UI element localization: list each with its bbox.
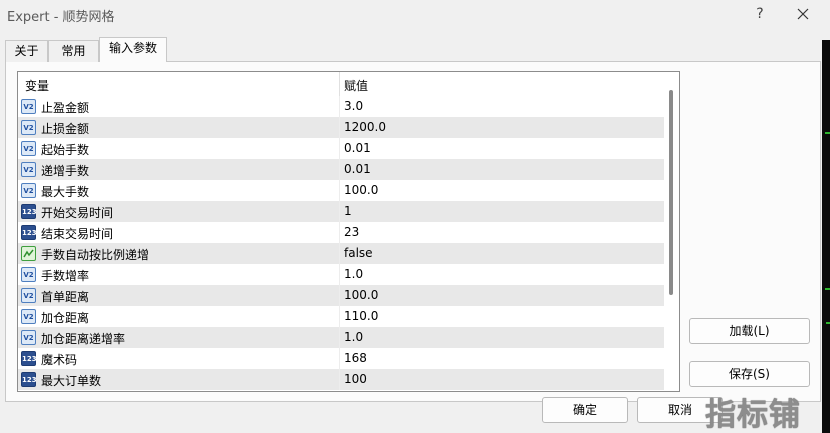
parameter-name: 手数自动按比例递增: [41, 248, 150, 262]
grid-rows: V2 止盈金额 3.0 V2 止损金额 1200.0 V2 起始手数 0.01 V2 递增手数 0.0…: [18, 96, 664, 390]
table-row[interactable]: V2 加仓距离递增率 1.0: [18, 327, 664, 348]
background-chart-edge: [822, 40, 830, 433]
parameter-value[interactable]: 168: [344, 351, 367, 365]
parameter-value[interactable]: 110.0: [344, 309, 378, 323]
double-value-icon: V2: [21, 267, 36, 282]
load-button[interactable]: 加载(L): [689, 318, 810, 344]
parameter-name: 加仓距离递增率: [41, 332, 126, 346]
parameter-value[interactable]: 100: [344, 372, 367, 386]
column-header-value[interactable]: 赋值: [344, 77, 368, 94]
integer-value-icon: 123: [21, 351, 37, 366]
integer-value-icon: 123: [21, 372, 37, 387]
table-row[interactable]: V2 手数增率 1.0: [18, 264, 664, 285]
column-header-variable[interactable]: 变量: [25, 77, 49, 94]
parameter-value[interactable]: false: [344, 246, 373, 260]
parameter-name: 结束交易时间: [41, 227, 114, 241]
tab-inputs[interactable]: 输入参数: [99, 37, 167, 62]
parameter-value[interactable]: 1: [344, 204, 352, 218]
tab-about[interactable]: 关于: [5, 40, 48, 62]
double-value-icon: V2: [21, 330, 36, 345]
table-row[interactable]: V2 递增手数 0.01: [18, 159, 664, 180]
close-icon: [797, 8, 809, 20]
integer-value-icon: 123: [21, 225, 37, 240]
title-bar: Expert - 顺势网格 ?: [0, 0, 830, 30]
parameter-value[interactable]: 3.0: [344, 99, 363, 113]
save-button[interactable]: 保存(S): [689, 361, 810, 387]
input-parameters-grid: 变量 赋值 V2 止盈金额 3.0 V2 止损金额 1200.0 V2 起始手数 0.01 V2 递…: [17, 71, 680, 392]
scrollbar-thumb[interactable]: [669, 90, 673, 295]
parameter-name: 最大手数: [41, 185, 90, 199]
table-row[interactable]: V2 止损金额 1200.0: [18, 117, 664, 138]
help-button[interactable]: ?: [748, 3, 772, 25]
table-row[interactable]: V2 首单距离 100.0: [18, 285, 664, 306]
table-row[interactable]: 123 开始交易时间 1: [18, 201, 664, 222]
parameter-name: 魔术码: [41, 353, 78, 367]
double-value-icon: V2: [21, 183, 36, 198]
table-row[interactable]: 123 魔术码 168: [18, 348, 664, 369]
grid-header: 变量 赋值: [18, 72, 679, 96]
parameter-value[interactable]: 23: [344, 225, 359, 239]
double-value-icon: V2: [21, 99, 36, 114]
integer-value-icon: 123: [21, 204, 37, 219]
parameter-name: 止盈金额: [41, 101, 90, 115]
boolean-value-icon: [21, 246, 36, 261]
parameter-value[interactable]: 0.01: [344, 141, 371, 155]
double-value-icon: V2: [21, 141, 36, 156]
parameter-name: 递增手数: [41, 164, 90, 178]
parameter-name: 止损金额: [41, 122, 90, 136]
table-row[interactable]: 123 最大订单数 100: [18, 369, 664, 390]
parameter-name: 开始交易时间: [41, 206, 114, 220]
parameter-name: 首单距离: [41, 290, 90, 304]
double-value-icon: V2: [21, 309, 36, 324]
vertical-scrollbar[interactable]: [664, 72, 679, 391]
table-row[interactable]: 手数自动按比例递增 false: [18, 243, 664, 264]
table-row[interactable]: V2 最大手数 100.0: [18, 180, 664, 201]
parameter-name: 加仓距离: [41, 311, 90, 325]
parameter-value[interactable]: 0.01: [344, 162, 371, 176]
parameter-value[interactable]: 100.0: [344, 183, 378, 197]
table-row[interactable]: V2 加仓距离 110.0: [18, 306, 664, 327]
double-value-icon: V2: [21, 162, 36, 177]
double-value-icon: V2: [21, 288, 36, 303]
parameter-name: 起始手数: [41, 143, 90, 157]
parameter-name: 手数增率: [41, 269, 90, 283]
window-title: Expert - 顺势网格: [7, 10, 115, 25]
parameter-value[interactable]: 1.0: [344, 267, 363, 281]
close-button[interactable]: [790, 2, 816, 26]
parameter-value[interactable]: 1200.0: [344, 120, 386, 134]
table-row[interactable]: V2 起始手数 0.01: [18, 138, 664, 159]
parameter-name: 最大订单数: [41, 374, 102, 388]
double-value-icon: V2: [21, 120, 36, 135]
tab-common[interactable]: 常用: [48, 40, 99, 62]
table-row[interactable]: V2 止盈金额 3.0: [18, 96, 664, 117]
watermark: 指标铺: [705, 397, 801, 433]
table-row[interactable]: 123 结束交易时间 23: [18, 222, 664, 243]
parameter-value[interactable]: 1.0: [344, 330, 363, 344]
parameter-value[interactable]: 100.0: [344, 288, 378, 302]
ok-button[interactable]: 确定: [542, 397, 628, 423]
